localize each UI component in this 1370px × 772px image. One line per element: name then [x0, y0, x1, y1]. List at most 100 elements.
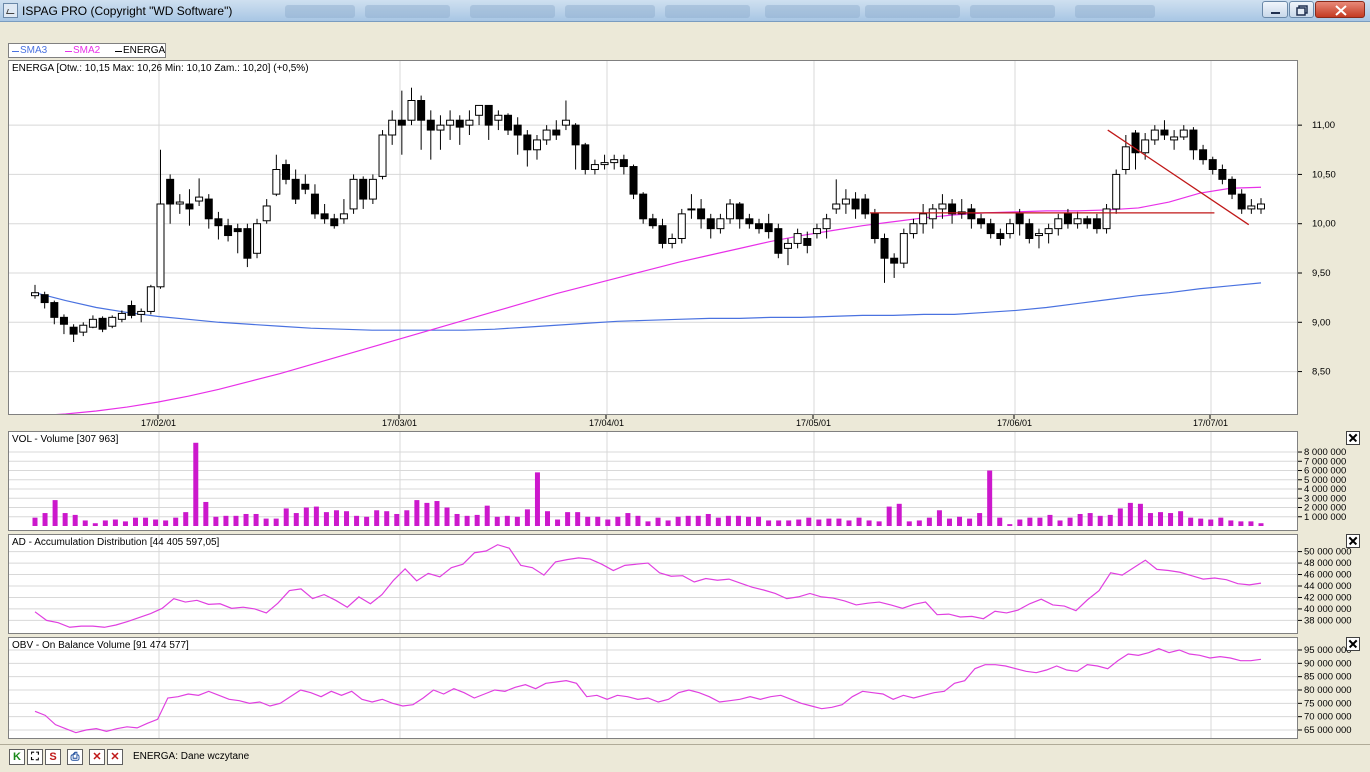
candle-body [339, 213, 348, 220]
volume-bar [122, 521, 128, 526]
candle-body [455, 119, 464, 128]
volume-bar [374, 510, 380, 526]
candle-body [494, 114, 503, 121]
volume-bar [293, 513, 299, 526]
candle-body [417, 100, 426, 121]
candle-body [648, 218, 657, 227]
candle-body [310, 193, 319, 215]
candle-body [262, 205, 271, 222]
volume-bar [183, 512, 189, 526]
volume-panel[interactable]: VOL - Volume [307 963] [8, 431, 1298, 531]
volume-bar [585, 516, 591, 526]
volume-bar [474, 514, 480, 526]
volume-bar [42, 513, 48, 526]
minimize-button[interactable] [1262, 1, 1288, 18]
volume-bar [826, 518, 832, 526]
volume-bar [1087, 513, 1093, 526]
candle-body [552, 129, 561, 136]
obv-line [34, 648, 1262, 734]
volume-bar [1037, 517, 1043, 526]
candle-body [446, 119, 455, 126]
candle-body [504, 114, 513, 131]
candle-body [1044, 228, 1053, 235]
y-tick-label: 80 000 000 [1304, 685, 1352, 696]
candle-body [870, 213, 879, 240]
candle-body [1247, 205, 1256, 210]
candle-body [204, 198, 213, 220]
candle-body [214, 218, 223, 227]
y-tick-label: 10,00 [1312, 219, 1336, 230]
close-ad-panel-button[interactable] [1346, 534, 1360, 548]
candle-body [224, 225, 233, 237]
candle-body [571, 124, 580, 146]
close-volume-panel-button[interactable] [1346, 431, 1360, 445]
candle-body [581, 144, 590, 170]
y-tick-label: 9,50 [1312, 268, 1331, 279]
background-taskbar-ghost [665, 5, 750, 18]
volume-bar [313, 506, 319, 526]
close-obv-panel-button[interactable] [1346, 637, 1360, 651]
s-button[interactable]: S [45, 749, 61, 765]
fullscreen-button[interactable]: ⛶ [27, 749, 43, 765]
x-tick-label: 17/06/01 [997, 418, 1032, 428]
k-button[interactable]: K [9, 749, 25, 765]
volume-bar [273, 518, 279, 526]
background-taskbar-ghost [285, 5, 355, 18]
volume-bar [504, 515, 510, 526]
candle-body [1006, 223, 1015, 235]
candle-body [1218, 169, 1227, 180]
volume-bar [926, 517, 932, 526]
x-tick-label: 17/03/01 [382, 418, 417, 428]
print-button[interactable]: ⎙ [67, 749, 83, 765]
price-y-axis: 11,00 10,50 10,00 9,50 9,00 8,50 [1298, 120, 1336, 378]
candle-body [368, 178, 377, 200]
candle-body [1092, 218, 1101, 230]
candle-body [233, 228, 242, 233]
volume-bar [233, 515, 239, 526]
close-button[interactable] [1315, 1, 1365, 18]
volume-bar [484, 505, 490, 526]
volume-bar [434, 501, 440, 526]
candle-body [1189, 129, 1198, 151]
volume-bar [72, 514, 78, 526]
candle-body [98, 317, 107, 330]
candle-body [31, 292, 39, 297]
candle-body [146, 286, 155, 312]
maximize-button[interactable] [1289, 1, 1314, 18]
volume-bar [886, 506, 892, 526]
candle-body [783, 242, 792, 249]
candle-body [793, 233, 802, 244]
y-tick-label: 11,00 [1312, 120, 1335, 131]
volume-bar [414, 500, 420, 526]
volume-bar [1238, 521, 1244, 526]
price-chart-panel[interactable]: ENERGA [Otw.: 10,15 Max: 10,26 Min: 10,1… [8, 60, 1298, 415]
candle-body [841, 198, 850, 205]
candle-body [1034, 233, 1043, 237]
ad-y-axis: 50 000 00048 000 00046 000 00044 000 000… [1298, 547, 1352, 626]
obv-panel[interactable]: OBV - On Balance Volume [91 474 577] [8, 637, 1298, 739]
volume-bar [132, 517, 138, 526]
volume-bar [866, 520, 872, 526]
app-icon[interactable] [3, 3, 18, 18]
volume-bar [876, 521, 882, 526]
candle-body [629, 166, 638, 195]
candle-body [40, 294, 49, 304]
delete-button[interactable]: ✕ [89, 749, 105, 765]
candle-body [532, 139, 541, 151]
delete-all-button[interactable]: ✕ [107, 749, 123, 765]
candle-body [523, 134, 532, 151]
volume-bar [1077, 513, 1083, 526]
candle-body [1160, 129, 1169, 136]
status-bar: K ⛶ S ⎙ ✕ ✕ ENERGA: Dane wczytane [0, 744, 1370, 772]
volume-bar [595, 516, 601, 526]
volume-bar [404, 510, 410, 526]
volume-bar [454, 513, 460, 526]
candle-body [706, 218, 715, 230]
volume-bar [1017, 519, 1023, 526]
candle-body [378, 134, 387, 177]
candle-body [330, 218, 339, 227]
x-tick-label: 17/07/01 [1193, 418, 1228, 428]
candle-body [59, 316, 68, 325]
ad-panel[interactable]: AD - Accumulation Distribution [44 405 5… [8, 534, 1298, 634]
candle-body [1208, 159, 1217, 171]
